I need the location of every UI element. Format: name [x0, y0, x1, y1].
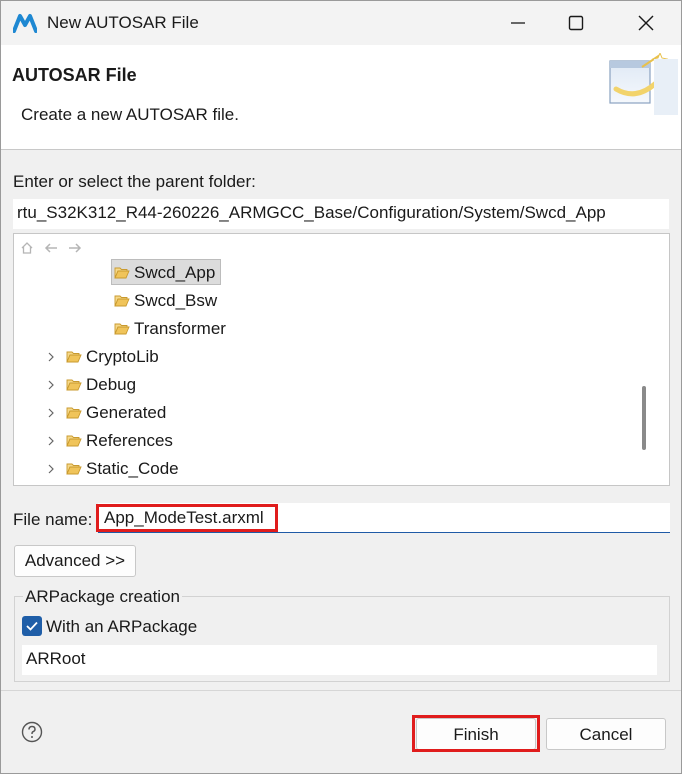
- tree-scrollbar-thumb[interactable]: [642, 386, 646, 450]
- chevron-right-icon[interactable]: [46, 380, 56, 390]
- chevron-right-icon[interactable]: [46, 464, 56, 474]
- tree-item-label: References: [86, 431, 173, 450]
- folder-open-icon: [66, 351, 82, 363]
- tree-toolbar: [20, 239, 87, 257]
- arpackage-checkbox[interactable]: [22, 616, 42, 636]
- file-name-label: File name:: [13, 510, 93, 529]
- title-bar[interactable]: New AUTOSAR File: [1, 1, 681, 45]
- tree-item-label: Generated: [86, 403, 167, 422]
- folder-open-icon: [66, 463, 82, 475]
- home-icon[interactable]: [20, 240, 34, 260]
- window-title: New AUTOSAR File: [47, 13, 199, 32]
- folder-open-icon: [66, 435, 82, 447]
- folder-open-icon: [114, 323, 130, 335]
- tree-scrollbar[interactable]: [645, 258, 669, 485]
- footer-divider: [1, 690, 681, 691]
- arpackage-group-title: ARPackage creation: [23, 587, 182, 607]
- cancel-button[interactable]: Cancel: [546, 718, 666, 750]
- finish-button[interactable]: Finish: [416, 718, 536, 750]
- forward-arrow-icon[interactable]: [67, 240, 83, 260]
- new-file-wizard-icon: [609, 53, 678, 115]
- arpackage-checkbox-label[interactable]: With an ARPackage: [46, 617, 197, 637]
- wizard-title: AUTOSAR File: [12, 65, 137, 85]
- tree-item-label: Transformer: [134, 319, 226, 338]
- tree-item-label: Static_Code: [86, 459, 179, 478]
- minimize-button[interactable]: [495, 1, 541, 45]
- wizard-description: Create a new AUTOSAR file.: [21, 105, 239, 124]
- tree-item-label: Swcd_App: [134, 263, 216, 282]
- wizard-header: AUTOSAR File Create a new AUTOSAR file.: [1, 45, 681, 150]
- checkmark-icon: [26, 621, 38, 631]
- close-icon: [638, 15, 654, 31]
- folder-tree[interactable]: Swcd_App Swcd_Bsw Transformer CryptoLib …: [13, 233, 670, 486]
- parent-folder-input[interactable]: rtu_S32K312_R44-260226_ARMGCC_Base/Confi…: [13, 199, 669, 229]
- dialog-window: New AUTOSAR File AUTOSAR File Create a n…: [0, 0, 682, 774]
- close-button[interactable]: [623, 1, 669, 45]
- chevron-right-icon[interactable]: [46, 352, 56, 362]
- file-name-input[interactable]: App_ModeTest.arxml: [98, 503, 670, 533]
- tree-item-label: Debug: [86, 375, 137, 394]
- tree-item-label: Swcd_Bsw: [134, 291, 218, 310]
- maximize-button[interactable]: [553, 1, 599, 45]
- folder-open-icon: [66, 379, 82, 391]
- tree-item-label: CryptoLib: [86, 347, 159, 366]
- help-icon[interactable]: [21, 721, 43, 743]
- folder-open-icon: [114, 267, 130, 279]
- chevron-right-icon[interactable]: [46, 408, 56, 418]
- minimize-icon: [511, 22, 525, 24]
- folder-open-icon: [114, 295, 130, 307]
- advanced-button[interactable]: Advanced >>: [14, 545, 136, 577]
- app-logo-icon: [13, 14, 37, 33]
- maximize-icon: [568, 15, 584, 31]
- parent-folder-label: Enter or select the parent folder:: [13, 172, 256, 191]
- folder-open-icon: [66, 407, 82, 419]
- chevron-right-icon[interactable]: [46, 436, 56, 446]
- back-arrow-icon[interactable]: [43, 240, 59, 260]
- arpackage-name-input[interactable]: ARRoot: [22, 645, 657, 675]
